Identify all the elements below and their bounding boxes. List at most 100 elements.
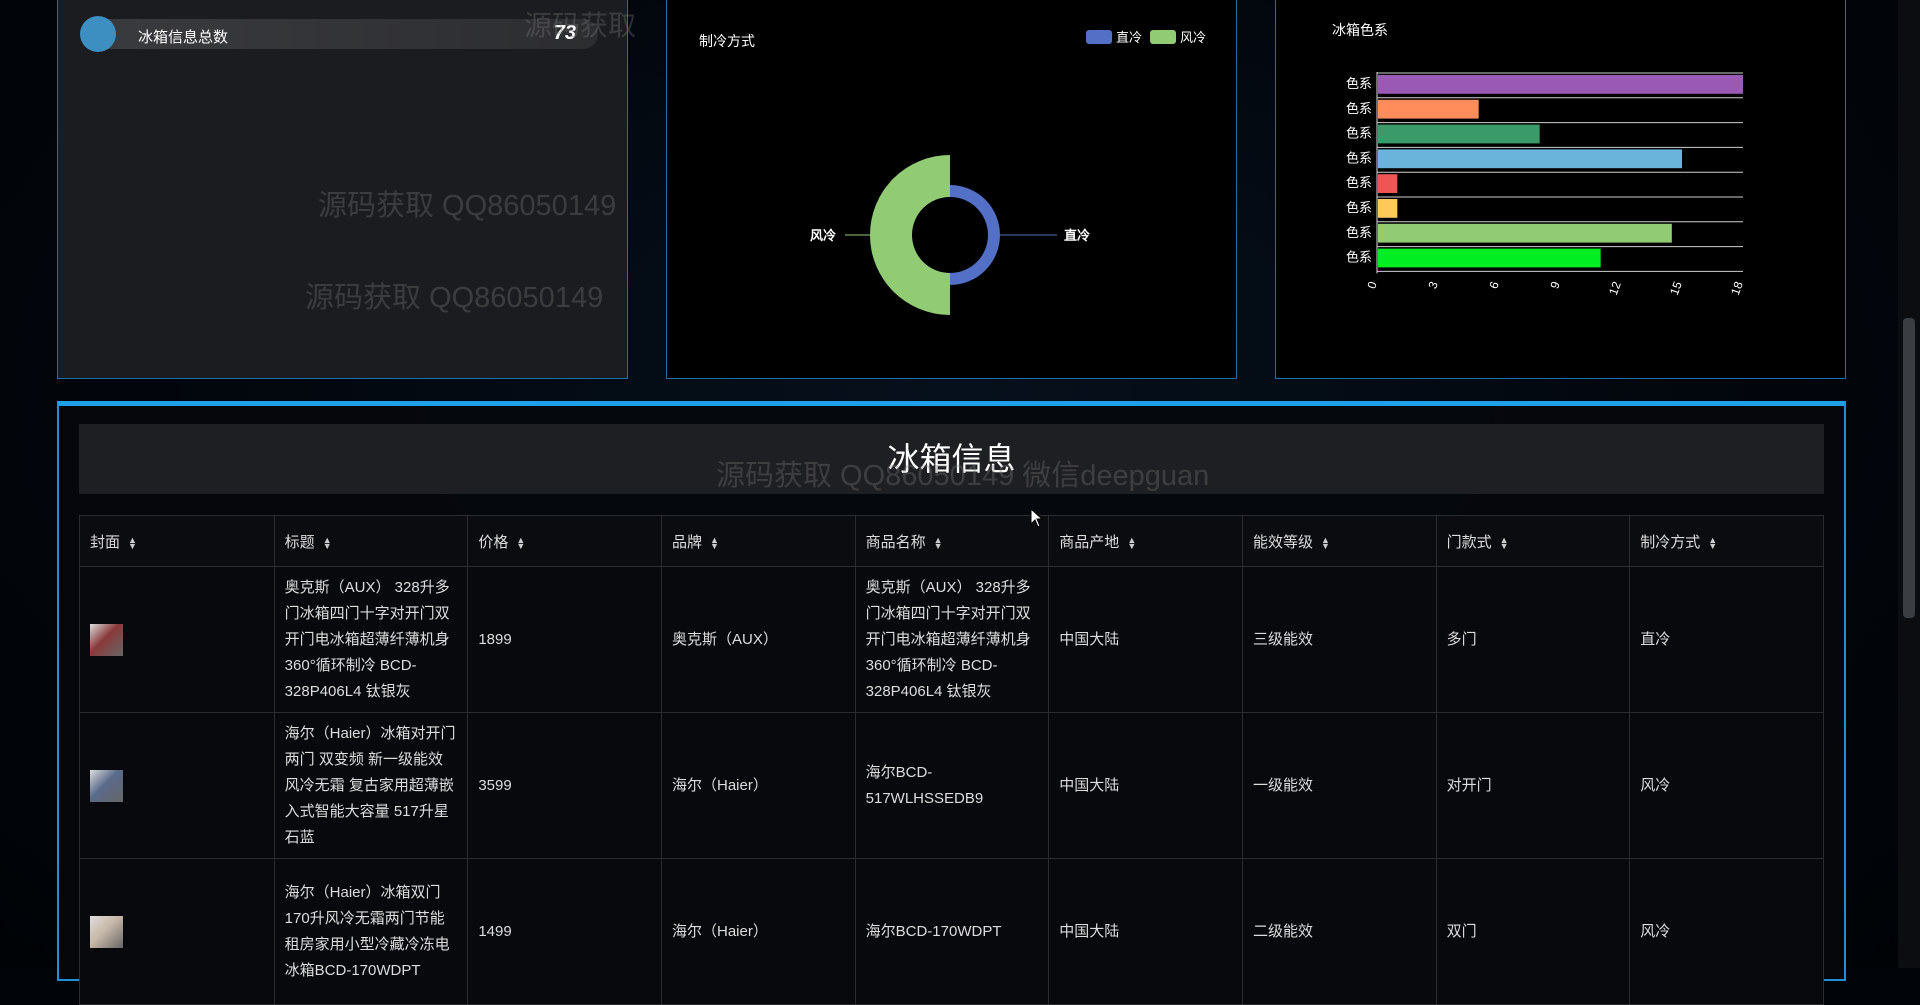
cell-origin: 中国大陆 <box>1048 566 1243 713</box>
column-header-label: 制冷方式 <box>1640 533 1701 551</box>
page-scrollbar[interactable] <box>1898 0 1920 968</box>
cover-cell <box>79 566 275 713</box>
column-header[interactable]: 商品名称 ▲ ▼ <box>854 515 1050 567</box>
cell-origin: 中国大陆 <box>1048 712 1243 859</box>
column-header-label: 封面 <box>90 533 121 551</box>
sort-icon[interactable]: ▲ ▼ <box>516 535 525 550</box>
cover-cell <box>79 712 275 859</box>
x-tick-label: 3 <box>1425 279 1441 290</box>
sort-icon[interactable]: ▲ ▼ <box>1500 535 1509 550</box>
column-header-label: 品牌 <box>671 533 702 551</box>
column-header[interactable]: 品牌 ▲ ▼ <box>660 515 856 567</box>
color-bar[interactable] <box>1378 124 1540 144</box>
sort-icon[interactable]: ▲ ▼ <box>1127 535 1136 550</box>
product-thumbnail[interactable] <box>90 915 123 948</box>
x-tick-label: 18 <box>1728 279 1746 297</box>
color-bar[interactable] <box>1378 149 1682 169</box>
cell-price: 3599 <box>467 712 662 859</box>
cell-name: 海尔BCD-170WDPT <box>854 858 1050 1005</box>
column-header-label: 门款式 <box>1446 533 1492 551</box>
bar-category-label: 色系 <box>1346 175 1372 190</box>
donut-label-direct: 直冷 <box>1064 228 1090 243</box>
bar-category-label: 色系 <box>1346 76 1372 91</box>
cell-door: 双门 <box>1435 858 1631 1005</box>
stat-dot-icon <box>80 16 116 52</box>
column-header[interactable]: 能效等级 ▲ ▼ <box>1241 515 1437 567</box>
cell-energy: 二级能效 <box>1241 858 1437 1005</box>
x-tick-label: 6 <box>1486 279 1502 290</box>
color-bar[interactable] <box>1378 223 1672 243</box>
cell-cooling: 风冷 <box>1629 712 1824 859</box>
bar-category-label: 色系 <box>1346 250 1372 265</box>
cell-name: 奥克斯（AUX） 328升多门冰箱四门十字对开门双开门电冰箱超薄纤薄机身 360… <box>854 566 1050 713</box>
column-header[interactable]: 制冷方式 ▲ ▼ <box>1629 515 1824 567</box>
column-header[interactable]: 商品产地 ▲ ▼ <box>1048 515 1243 567</box>
cover-cell <box>79 858 275 1005</box>
color-bar[interactable] <box>1378 248 1601 268</box>
sort-icon[interactable]: ▲ ▼ <box>1708 535 1717 550</box>
sort-icon[interactable]: ▲ ▼ <box>1321 535 1330 550</box>
total-count-label: 冰箱信息总数 <box>138 29 229 46</box>
column-header[interactable]: 门款式 ▲ ▼ <box>1435 515 1631 567</box>
cell-brand: 海尔（Haier） <box>660 858 856 1005</box>
table-row[interactable]: 海尔（Haier）冰箱对开门两门 双变频 新一级能效风冷无霜 复古家用超薄嵌入式… <box>79 712 1824 859</box>
cooling-donut-chart: 风冷 直冷 <box>810 155 1090 315</box>
cell-brand: 奥克斯（AUX） <box>660 566 856 713</box>
cell-energy: 三级能效 <box>1241 566 1437 713</box>
cell-cooling: 直冷 <box>1629 566 1824 713</box>
cell-title: 海尔（Haier）冰箱对开门两门 双变频 新一级能效风冷无霜 复古家用超薄嵌入式… <box>273 712 469 859</box>
scrollbar-thumb[interactable] <box>1903 318 1915 618</box>
x-tick-label: 15 <box>1667 279 1685 297</box>
bar-category-label: 色系 <box>1346 150 1372 165</box>
product-thumbnail[interactable] <box>90 623 123 656</box>
cell-title: 奥克斯（AUX） 328升多门冰箱四门十字对开门双开门电冰箱超薄纤薄机身 360… <box>273 566 469 713</box>
color-bar[interactable] <box>1378 199 1398 218</box>
color-bar[interactable] <box>1378 174 1398 193</box>
cell-price: 1499 <box>467 858 662 1005</box>
x-tick-label: 0 <box>1364 279 1380 290</box>
table-header-row: 封面 ▲ ▼ 标题 ▲ ▼ 价格 ▲ ▼ 品牌 ▲ ▼ 商品名称 ▲ ▼ 商品产地 ▲ ▼ 能效等级 ▲ ▼ 门款式 ▲ ▼ 制… <box>79 515 1824 567</box>
bar-category-label: 色系 <box>1346 101 1372 116</box>
cell-title: 海尔（Haier）冰箱双门170升风冷无霜两门节能租房家用小型冷藏冷冻电冰箱BC… <box>273 858 469 1005</box>
sort-icon[interactable]: ▲ ▼ <box>128 535 137 550</box>
column-header[interactable]: 标题 ▲ ▼ <box>273 515 469 567</box>
color-chart-panel: 冰箱色系 色系 色系 色系 色系 色系 色系 色系 色系 0 3 6 9 12 15 18 <box>1275 0 1846 379</box>
x-tick-label: 12 <box>1606 279 1624 297</box>
stats-panel: 冰箱信息总数 73 <box>57 0 628 379</box>
sort-icon[interactable]: ▲ ▼ <box>934 535 943 550</box>
column-header-label: 价格 <box>478 533 509 551</box>
sort-icon[interactable]: ▲ ▼ <box>323 535 332 550</box>
column-header-label: 商品名称 <box>865 533 926 551</box>
total-count-value: 73 <box>553 22 576 44</box>
bar-category-label: 色系 <box>1346 225 1372 240</box>
cell-cooling: 风冷 <box>1629 858 1824 1005</box>
table-row[interactable]: 奥克斯（AUX） 328升多门冰箱四门十字对开门双开门电冰箱超薄纤薄机身 360… <box>79 566 1824 713</box>
sort-icon[interactable]: ▲ ▼ <box>710 535 719 550</box>
column-header-label: 商品产地 <box>1059 533 1120 551</box>
bar-category-label: 色系 <box>1346 126 1372 141</box>
donut-label-air: 风冷 <box>810 228 836 243</box>
column-header[interactable]: 封面 ▲ ▼ <box>79 515 275 567</box>
total-count-bar: 冰箱信息总数 73 <box>80 16 598 52</box>
cell-energy: 一级能效 <box>1241 712 1437 859</box>
donut-slice-direct[interactable] <box>950 185 1000 285</box>
color-bar[interactable] <box>1378 99 1479 119</box>
column-header-label: 能效等级 <box>1252 533 1313 551</box>
x-tick-label: 9 <box>1547 279 1563 290</box>
cell-name: 海尔BCD-517WLHSSEDB9 <box>854 712 1050 859</box>
fridge-table: 封面 ▲ ▼ 标题 ▲ ▼ 价格 ▲ ▼ 品牌 ▲ ▼ 商品名称 ▲ ▼ 商品产地 ▲ ▼ 能效等级 ▲ ▼ 门款式 ▲ ▼ 制… <box>79 515 1824 1005</box>
product-thumbnail[interactable] <box>90 769 123 802</box>
mouse-cursor-icon <box>1030 508 1044 528</box>
cell-brand: 海尔（Haier） <box>660 712 856 859</box>
column-header[interactable]: 价格 ▲ ▼ <box>467 515 662 567</box>
table-row[interactable]: 海尔（Haier）冰箱双门170升风冷无霜两门节能租房家用小型冷藏冷冻电冰箱BC… <box>79 858 1824 1005</box>
table-title: 冰箱信息 <box>79 424 1824 494</box>
fridge-info-panel: 冰箱信息 封面 ▲ ▼ 标题 ▲ ▼ 价格 ▲ ▼ 品牌 ▲ ▼ 商品名称 ▲ ▼ 商品产地 ▲ ▼ 能效等级 ▲ ▼ 门… <box>57 401 1846 1005</box>
cell-price: 1899 <box>467 566 662 713</box>
donut-slice-air[interactable] <box>869 155 950 315</box>
column-header-label: 标题 <box>284 533 315 551</box>
color-bar-chart: 色系色系色系色系色系色系色系色系0 3 6 9 12 15 18 <box>1346 72 1746 297</box>
cooling-chart-panel: 制冷方式 直冷 风冷 风冷 直冷 <box>666 0 1237 379</box>
cell-door: 对开门 <box>1435 712 1631 859</box>
color-bar[interactable] <box>1378 75 1743 94</box>
